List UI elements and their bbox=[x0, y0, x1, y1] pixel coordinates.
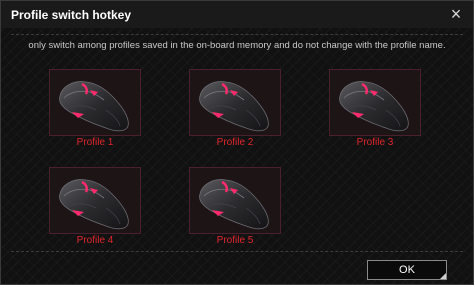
profile-card-5[interactable]: Profile 5 bbox=[189, 167, 281, 255]
profile-label: Profile 3 bbox=[356, 137, 394, 148]
divider bbox=[11, 34, 463, 35]
mouse-icon bbox=[189, 167, 281, 234]
profile-label: Profile 4 bbox=[76, 235, 114, 246]
ok-button[interactable]: OK bbox=[367, 260, 447, 280]
title-bar: Profile switch hotkey × bbox=[1, 1, 473, 28]
profile-label: Profile 2 bbox=[216, 137, 254, 148]
dialog-title: Profile switch hotkey bbox=[11, 8, 132, 22]
profile-card-2[interactable]: Profile 2 bbox=[189, 69, 281, 157]
dialog-description: only switch among profiles saved in the … bbox=[28, 40, 446, 51]
mouse-icon bbox=[49, 167, 141, 234]
profile-label: Profile 1 bbox=[76, 137, 114, 148]
corner-accent bbox=[440, 273, 446, 279]
mouse-icon bbox=[329, 69, 421, 136]
profile-card-1[interactable]: Profile 1 bbox=[49, 69, 141, 157]
mouse-icon bbox=[49, 69, 141, 136]
profile-label: Profile 5 bbox=[216, 235, 254, 246]
profile-card-3[interactable]: Profile 3 bbox=[329, 69, 421, 157]
divider bbox=[11, 251, 463, 252]
close-icon[interactable]: × bbox=[445, 3, 467, 25]
ok-button-label: OK bbox=[399, 264, 415, 276]
mouse-icon bbox=[189, 69, 281, 136]
profile-switch-dialog: Profile switch hotkey × only switch amon… bbox=[0, 0, 474, 285]
profile-card-4[interactable]: Profile 4 bbox=[49, 167, 141, 255]
